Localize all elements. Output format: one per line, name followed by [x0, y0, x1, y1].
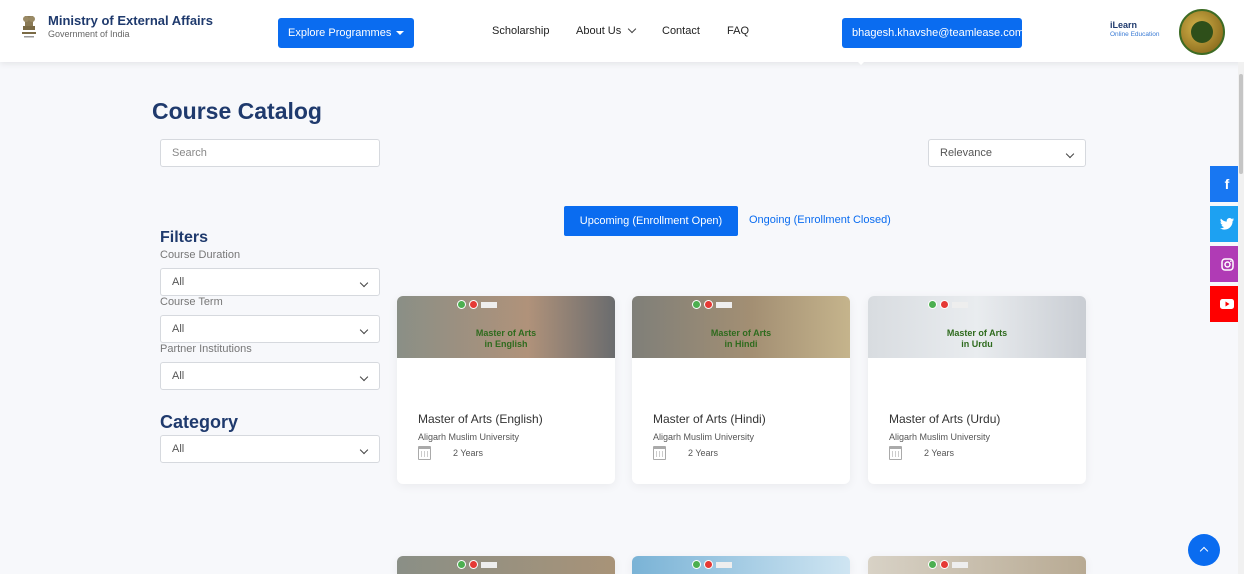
- calendar-icon: [418, 446, 431, 460]
- banner-title: Master of Arts in English: [475, 328, 537, 349]
- course-duration-select[interactable]: All: [160, 268, 380, 296]
- partner-logos: [457, 300, 497, 309]
- caret-down-icon: [857, 61, 865, 66]
- banner-title: Master of Arts in Urdu: [946, 328, 1008, 349]
- course-university: Aligarh Muslim University: [889, 432, 991, 442]
- course-term-select[interactable]: All: [160, 315, 380, 343]
- nav-about-us[interactable]: About Us: [576, 24, 637, 37]
- partner-logos: [692, 300, 732, 309]
- sort-select[interactable]: Relevance: [928, 139, 1086, 167]
- partner-institutions-select[interactable]: All: [160, 362, 380, 390]
- chevron-down-icon: [628, 24, 637, 34]
- scrollbar-thumb[interactable]: [1239, 74, 1243, 174]
- filters-heading: Filters: [160, 229, 209, 246]
- partner-institutions-label: Partner Institutions: [160, 343, 252, 355]
- partner-institutions-value: All: [172, 370, 185, 382]
- course-title: Master of Arts (English): [418, 412, 543, 426]
- course-banner-image: Master of Arts in Hindi: [632, 296, 850, 358]
- explore-programmes-label: Explore Programmes: [288, 27, 392, 39]
- sort-value: Relevance: [940, 147, 992, 159]
- brand-logo[interactable]: Ministry of External Affairs Government …: [20, 14, 213, 40]
- course-card[interactable]: [868, 556, 1086, 574]
- search-input[interactable]: Search: [160, 139, 380, 167]
- course-card[interactable]: Master of Arts in Urdu Master of Arts (Ur…: [868, 296, 1086, 484]
- scroll-to-top-button[interactable]: [1188, 534, 1220, 566]
- chevron-down-icon: [1065, 149, 1075, 159]
- chevron-down-icon: [359, 325, 369, 335]
- calendar-icon: [889, 446, 902, 460]
- chevron-down-icon: [359, 372, 369, 382]
- course-term-value: All: [172, 323, 185, 335]
- course-duration: 2 Years: [924, 448, 955, 458]
- brand-subtitle: Government of India: [48, 29, 130, 39]
- user-account-dropdown[interactable]: bhagesh.khavshe@teamlease.com: [842, 18, 1024, 66]
- ilearn-logo[interactable]: iLearn Online Education: [1110, 20, 1160, 39]
- course-banner-image: Master of Arts in Urdu: [868, 296, 1086, 358]
- category-heading: Category: [160, 412, 239, 432]
- course-term-label: Course Term: [160, 296, 223, 308]
- partner-logos: [692, 560, 732, 569]
- course-duration: 2 Years: [453, 448, 484, 458]
- course-duration-label: Course Duration: [160, 249, 241, 261]
- national-emblem-icon: [22, 16, 36, 38]
- nav-about-us-label: About Us: [576, 25, 622, 37]
- chevron-down-icon: [359, 445, 369, 455]
- search-placeholder: Search: [172, 147, 207, 159]
- nav-scholarship[interactable]: Scholarship: [492, 25, 549, 37]
- course-university: Aligarh Muslim University: [653, 432, 755, 442]
- course-university: Aligarh Muslim University: [418, 432, 520, 442]
- tab-ongoing[interactable]: Ongoing (Enrollment Closed): [749, 214, 891, 226]
- chevron-down-icon: [359, 278, 369, 288]
- page-title: Course Catalog: [152, 98, 322, 124]
- course-card[interactable]: [632, 556, 850, 574]
- top-navbar: Ministry of External Affairs Government …: [0, 0, 1244, 66]
- course-card[interactable]: [397, 556, 615, 574]
- partner-logos: [928, 560, 968, 569]
- calendar-icon: [653, 446, 666, 460]
- category-select[interactable]: All: [160, 435, 380, 463]
- course-card[interactable]: Master of Arts in English Master of Arts …: [397, 296, 615, 484]
- caret-down-icon: [396, 31, 405, 36]
- brand-title: Ministry of External Affairs: [48, 13, 213, 28]
- nav-contact[interactable]: Contact: [662, 25, 700, 37]
- ilearn-subtitle: Online Education: [1110, 31, 1160, 38]
- nav-faq[interactable]: FAQ: [727, 25, 749, 37]
- banner-title: Master of Arts in Hindi: [710, 328, 772, 349]
- course-duration-value: All: [172, 276, 185, 288]
- globe-logo-icon: [1179, 9, 1225, 55]
- ilearn-title: iLearn: [1110, 20, 1138, 30]
- course-card[interactable]: Master of Arts in Hindi Master of Arts (H…: [632, 296, 850, 484]
- partner-logos: [457, 560, 497, 569]
- tab-upcoming[interactable]: Upcoming (Enrollment Open): [564, 206, 738, 236]
- explore-programmes-dropdown[interactable]: Explore Programmes: [278, 18, 415, 48]
- course-duration: 2 Years: [688, 448, 719, 458]
- user-email: bhagesh.khavshe@teamlease.com: [852, 27, 1024, 39]
- course-banner-image: Master of Arts in English: [397, 296, 615, 358]
- category-value: All: [172, 443, 185, 455]
- partner-logos: [928, 300, 968, 309]
- course-title: Master of Arts (Urdu): [889, 412, 1001, 426]
- course-title: Master of Arts (Hindi): [653, 412, 766, 426]
